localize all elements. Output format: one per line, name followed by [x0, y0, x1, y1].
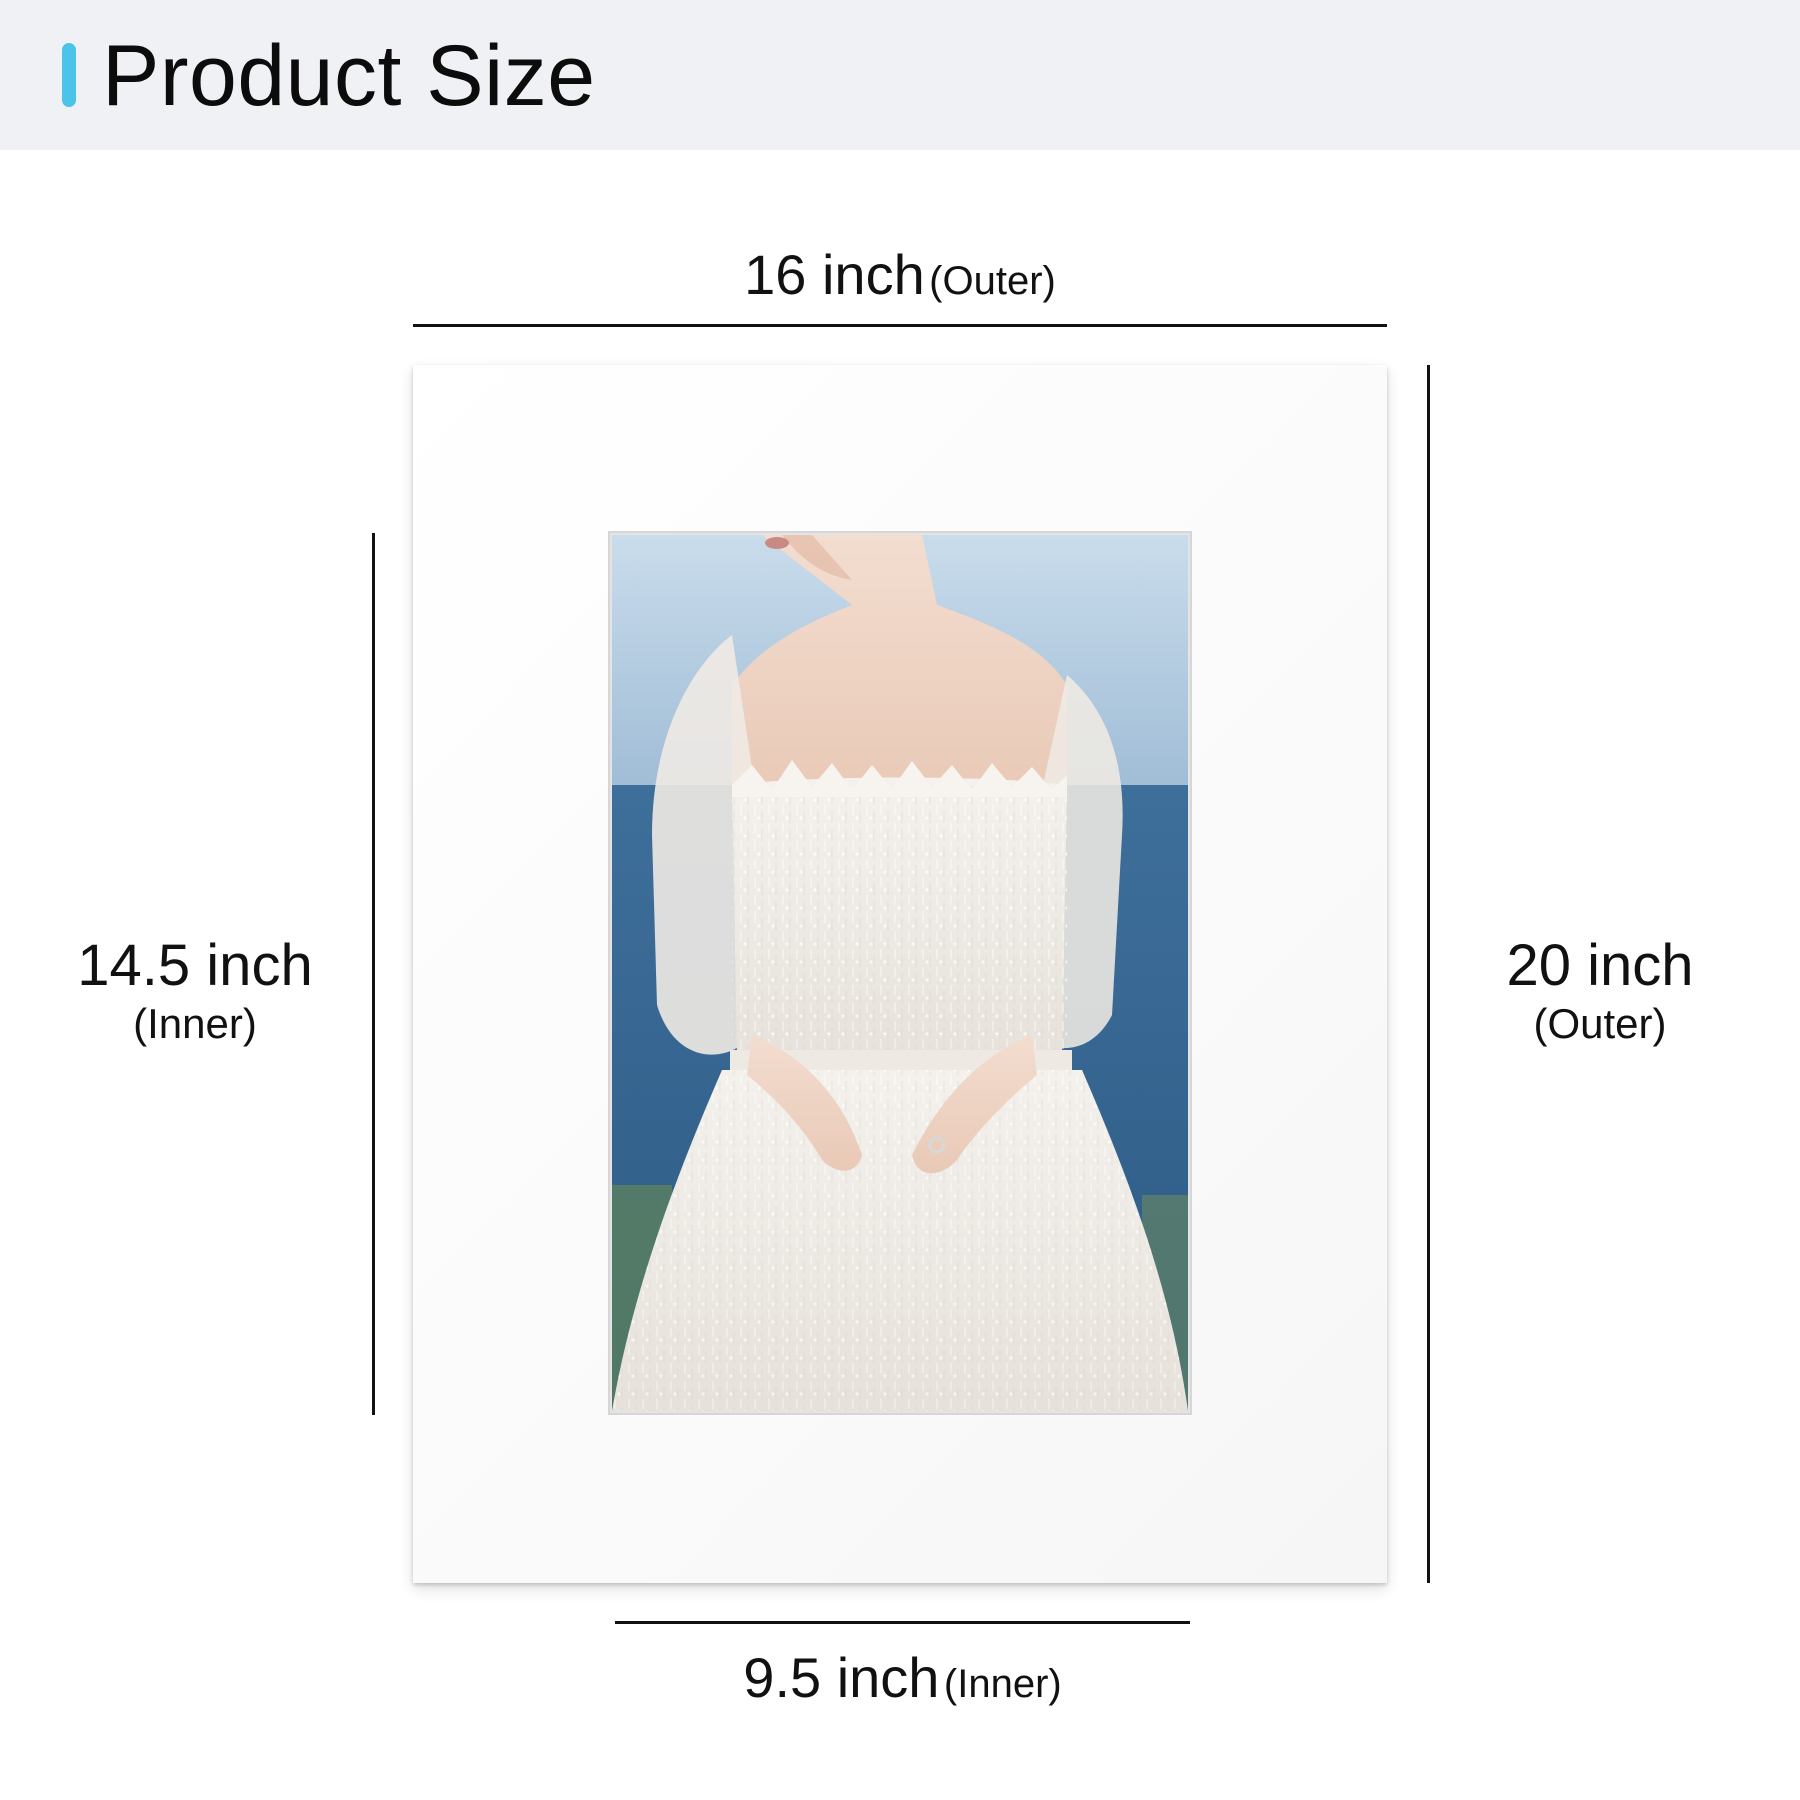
wedding-dress-photo: [612, 535, 1188, 1411]
left-dimension-value: 14.5 inch: [77, 933, 313, 998]
right-dimension-label: 20 inch (Outer): [1440, 933, 1760, 1049]
page-title: Product Size: [102, 28, 596, 124]
right-dimension-note: (Outer): [1533, 1000, 1667, 1047]
left-dimension-note: (Inner): [133, 1000, 257, 1047]
title-accent-bar: [62, 43, 76, 107]
bottom-dimension-line: [615, 1621, 1190, 1624]
bottom-dimension-value: 9.5 inch: [743, 1646, 940, 1709]
right-dimension-value: 20 inch: [1506, 933, 1694, 998]
right-dimension-line: [1427, 365, 1430, 1583]
top-dimension-label: 16 inch (Outer): [413, 240, 1387, 325]
bottom-dimension-note: (Inner): [943, 1662, 1062, 1706]
top-dimension-value: 16 inch: [744, 243, 925, 306]
header-band: Product Size: [0, 0, 1800, 150]
left-dimension-label: 14.5 inch (Inner): [40, 933, 350, 1049]
top-dimension-line: [413, 324, 1387, 327]
bottom-dimension-label: 9.5 inch (Inner): [615, 1643, 1190, 1728]
top-dimension-note: (Outer): [929, 259, 1056, 303]
product-size-page: Product Size 16 inch (Outer) 14.5 inch (…: [0, 0, 1800, 1800]
left-dimension-line: [372, 533, 375, 1415]
